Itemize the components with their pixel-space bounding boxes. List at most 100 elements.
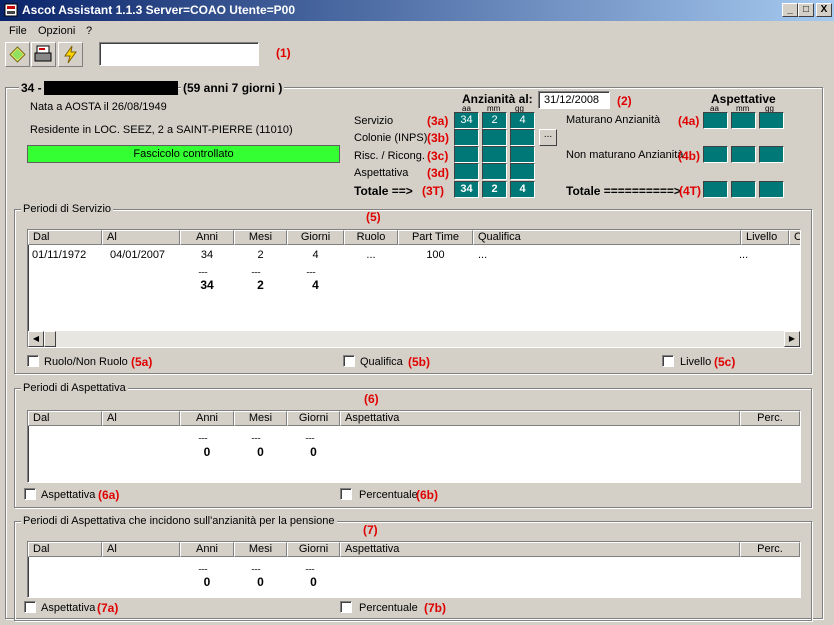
colonie-label: Colonie (INPS) [354, 132, 428, 144]
ruolo-checkbox[interactable] [27, 355, 39, 367]
col-mesi[interactable]: Mesi [234, 230, 287, 245]
qualifica-checkbox[interactable] [343, 355, 355, 367]
colonie-aa [454, 129, 479, 146]
more-button[interactable]: ... [539, 129, 557, 146]
total-mesi: 0 [257, 445, 264, 459]
asp-totale-gg [759, 181, 784, 198]
riscatto-aa [454, 146, 479, 163]
annotation-5b: (5b) [408, 355, 430, 369]
servizio-table[interactable]: Dal Al Anni Mesi Giorni Ruolo Part Time … [27, 229, 801, 348]
annotation-2: (2) [617, 94, 632, 108]
annotation-4T: (4T) [679, 184, 701, 198]
scroll-thumb[interactable] [44, 331, 56, 347]
aspettativa-checkbox[interactable] [24, 488, 36, 500]
totale-gg: 4 [510, 181, 535, 198]
app-icon [4, 3, 18, 17]
person-id: 34 - [19, 81, 44, 95]
servizio-label: Servizio [354, 115, 394, 127]
totale-aa: 34 [454, 181, 479, 198]
total-giorni: 0 [310, 575, 317, 589]
livello-checkbox[interactable] [662, 355, 674, 367]
maturano-mm [731, 112, 756, 129]
annotation-3T: (3T) [422, 184, 444, 198]
pensione-aspettativa-checkbox[interactable] [24, 601, 36, 613]
total-giorni: 4 [312, 278, 319, 292]
col-mesi[interactable]: Mesi [234, 411, 287, 426]
toolbar-search-input[interactable] [99, 42, 259, 66]
row-qualifica: ... [478, 249, 488, 261]
colonie-mm [482, 129, 507, 146]
annotation-3d: (3d) [427, 166, 449, 180]
col-perc[interactable]: Perc. [740, 411, 800, 426]
pensione-percentuale-checkbox[interactable] [340, 601, 352, 613]
diamond-icon [9, 46, 26, 63]
row-anni: 34 [200, 249, 214, 261]
title-bar: Ascot Assistant 1.1.3 Server=COAO Utente… [0, 0, 834, 21]
col-al[interactable]: Al [102, 542, 180, 557]
livello-checkbox-label: Livello [680, 356, 712, 368]
col-aspettativa[interactable]: Aspettativa [340, 542, 740, 557]
toolbar-new-button[interactable] [5, 42, 30, 67]
qualifica-checkbox-label: Qualifica [360, 356, 403, 368]
annotation-1: (1) [276, 46, 291, 60]
col-dal[interactable]: Dal [28, 411, 102, 426]
scroll-left-icon[interactable]: ◀ [28, 331, 44, 347]
horizontal-scrollbar[interactable]: ◀ ▶ [28, 331, 800, 347]
totale-label: Totale ==> [354, 184, 413, 198]
mesi-separator: ...... [251, 265, 261, 275]
col-ruolo[interactable]: Ruolo [344, 230, 398, 245]
menu-file[interactable]: File [9, 25, 27, 37]
col-giorni[interactable]: Giorni [287, 230, 344, 245]
menu-help[interactable]: ? [86, 25, 92, 37]
menu-opzioni[interactable]: Opzioni [38, 25, 75, 37]
total-mesi: 2 [257, 278, 264, 292]
anzianita-date-input[interactable] [538, 91, 610, 109]
aspettativa-table[interactable]: Dal Al Anni Mesi Giorni Aspettativa Perc… [27, 410, 801, 483]
servizio-mm: 2 [482, 112, 507, 129]
close-button[interactable]: X [816, 3, 832, 17]
col-dal[interactable]: Dal [28, 230, 102, 245]
col-livello[interactable]: Livello [741, 230, 789, 245]
aspettativa-checkbox-label: Aspettativa [41, 489, 96, 501]
maturano-aa [703, 112, 728, 129]
maximize-button[interactable]: □ [798, 3, 814, 17]
col-aspettativa[interactable]: Aspettativa [340, 411, 740, 426]
col-giorni[interactable]: Giorni [287, 542, 340, 557]
annotation-4a: (4a) [678, 114, 700, 128]
window-title: Ascot Assistant 1.1.3 Server=COAO Utente… [22, 3, 296, 17]
annotation-6: (6) [364, 392, 379, 406]
total-anni: 0 [203, 575, 211, 589]
col-qualifica[interactable]: Qualifica [473, 230, 741, 245]
total-anni: 0 [203, 445, 211, 459]
row-part-time: 100 [426, 249, 445, 261]
col-dal[interactable]: Dal [28, 542, 102, 557]
col-al[interactable]: Al [102, 411, 180, 426]
toolbar-print-button[interactable] [31, 42, 56, 67]
pensione-table[interactable]: Dal Al Anni Mesi Giorni Aspettativa Perc… [27, 541, 801, 598]
row-dal: 01/11/1972 [32, 249, 87, 261]
col-perc[interactable]: Perc. [740, 542, 800, 557]
servizio-group-title: Periodi di Servizio [21, 203, 114, 215]
col-part-time[interactable]: Part Time [398, 230, 473, 245]
col-mesi[interactable]: Mesi [234, 542, 287, 557]
minimize-button[interactable]: _ [782, 3, 798, 17]
giorni-separator: ...... [305, 562, 315, 572]
total-mesi: 0 [257, 575, 264, 589]
pensione-percentuale-label: Percentuale [359, 602, 418, 614]
ruolo-checkbox-label: Ruolo/Non Ruolo [44, 356, 128, 368]
col-anni[interactable]: Anni [180, 411, 234, 426]
toolbar-run-button[interactable] [58, 42, 83, 67]
percentuale-checkbox[interactable] [340, 488, 352, 500]
row-giorni: 4 [312, 249, 319, 261]
col-giorni[interactable]: Giorni [287, 411, 340, 426]
giorni-separator: ...... [305, 431, 315, 441]
asp-totale-aa [703, 181, 728, 198]
giorni-separator: ...... [306, 265, 316, 275]
col-anni[interactable]: Anni [180, 230, 234, 245]
scroll-right-icon[interactable]: ▶ [784, 331, 800, 347]
person-residence: Residente in LOC. SEEZ, 2 a SAINT-PIERRE… [30, 124, 293, 136]
col-al[interactable]: Al [102, 230, 180, 245]
col-co[interactable]: Co [789, 230, 800, 245]
col-anni[interactable]: Anni [180, 542, 234, 557]
aspettativa-aa [454, 163, 479, 180]
